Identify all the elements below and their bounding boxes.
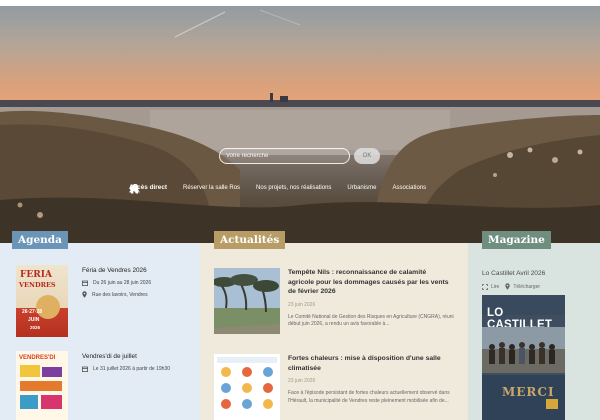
- quick-link-label: Associations: [392, 184, 427, 191]
- agenda-section: Agenda FERIA VENDRES 26·27·28 JUIN 2026 …: [0, 231, 200, 420]
- search-input[interactable]: [219, 148, 350, 164]
- news-title[interactable]: Fortes chaleurs : mise à disposition d'u…: [288, 354, 454, 373]
- actualites-heading: Actualités: [214, 231, 286, 249]
- hero-banner: OK Accès direct Réserver la salle Ros No…: [0, 0, 600, 243]
- event-title[interactable]: Vendres'di de juillet: [82, 353, 170, 360]
- magazine-section: Magazine Lo Castillet Avril 2026 Lire Té…: [468, 231, 600, 420]
- quick-link-projets[interactable]: Nos projets, nos réalisations: [130, 184, 332, 193]
- expand-icon: [482, 283, 488, 290]
- people-icon: [129, 184, 140, 193]
- poster-text: 26·27·28: [22, 309, 43, 315]
- news-date: 23 juin 2026: [288, 378, 316, 384]
- agenda-event[interactable]: FERIA VENDRES 26·27·28 JUIN 2026 Féria d…: [16, 265, 151, 337]
- event-date: Le 31 juillet 2026 à partir de 19h30: [82, 366, 170, 372]
- news-item[interactable]: Fortes chaleurs : mise à disposition d'u…: [214, 354, 454, 420]
- poster-text: FERIA: [20, 270, 52, 280]
- news-image: [214, 354, 280, 420]
- quick-link-reserver-salle[interactable]: Réserver la salle Ros: [129, 184, 241, 193]
- news-excerpt: Le Comité National de Gestion des Risque…: [288, 313, 454, 328]
- poster-text: VENDRES: [19, 281, 56, 289]
- event-location-text: Rue des lavoirs, Vendres: [92, 291, 148, 298]
- event-date-text: Du 26 juin au 28 juin 2026: [93, 280, 152, 286]
- location-pin-icon: [82, 291, 87, 298]
- news-item[interactable]: Tempête Nils : reconnaissance de calamit…: [214, 268, 454, 334]
- hero-landscape: [0, 9, 600, 243]
- read-label: Lire: [491, 283, 500, 290]
- calendar-icon: [82, 366, 88, 372]
- quick-link-urbanisme[interactable]: Urbanisme: [129, 184, 377, 194]
- agenda-heading: Agenda: [12, 231, 68, 249]
- agenda-event[interactable]: VENDRES'DI Vendres'di de juillet Le 31 j…: [16, 351, 170, 420]
- magazine-actions: Lire Télécharger: [482, 283, 540, 290]
- news-date: 23 juin 2026: [288, 301, 316, 308]
- calendar-icon: [82, 280, 88, 286]
- magazine-cover-image[interactable]: LO CASTILLET MERCI: [482, 295, 565, 420]
- event-title[interactable]: Féria de Vendres 2026: [82, 267, 151, 274]
- search-bar: OK: [219, 148, 380, 164]
- read-link[interactable]: Lire: [482, 283, 499, 290]
- quick-link-associations[interactable]: Associations: [129, 184, 427, 193]
- quick-access-bar: Accès direct Réserver la salle Ros Nos p…: [129, 184, 442, 194]
- download-link[interactable]: Télécharger: [505, 283, 540, 290]
- event-poster-image: VENDRES'DI: [16, 351, 68, 420]
- actualites-section: Actualités Tempête Nils : reconnaissance…: [200, 231, 468, 420]
- magazine-cover-text: MERCI: [502, 385, 555, 399]
- magazine-heading: Magazine: [482, 231, 551, 249]
- news-title[interactable]: Tempête Nils : reconnaissance de calamit…: [288, 268, 454, 297]
- poster-text: JUIN: [28, 317, 40, 323]
- event-poster-image: FERIA VENDRES 26·27·28 JUIN 2026: [16, 265, 68, 337]
- search-submit-button[interactable]: OK: [354, 148, 380, 164]
- news-excerpt: Face à l'épisode persistant de fortes ch…: [288, 390, 450, 404]
- poster-text: 2026: [30, 325, 41, 330]
- news-image: [214, 268, 280, 334]
- event-date-text: Le 31 juillet 2026 à partir de 19h30: [93, 366, 171, 372]
- quick-link-label: Nos projets, nos réalisations: [256, 184, 332, 191]
- magazine-issue-title[interactable]: Lo Castillet Avril 2026: [482, 270, 545, 277]
- quick-link-label: Urbanisme: [347, 184, 377, 191]
- event-date: Du 26 juin au 28 juin 2026: [82, 280, 151, 286]
- download-label: Télécharger: [513, 283, 541, 290]
- poster-text: VENDRES'DI: [19, 355, 56, 361]
- quick-link-label: Réserver la salle Ros: [183, 184, 241, 191]
- location-pin-icon: [505, 283, 511, 290]
- event-location: Rue des lavoirs, Vendres: [82, 291, 151, 298]
